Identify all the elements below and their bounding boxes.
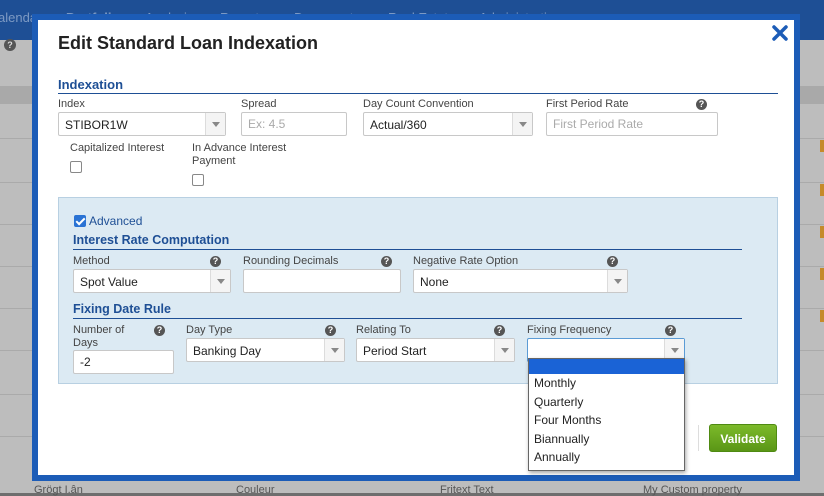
chevron-down-icon [205, 113, 225, 135]
indexation-section-title: Indexation [58, 77, 124, 92]
number-of-days-label-line2: Days [73, 337, 99, 349]
negative-rate-value: None [420, 275, 449, 289]
rounding-decimals-input[interactable] [243, 269, 401, 293]
in-advance-checkbox[interactable] [192, 174, 204, 186]
section-divider [73, 249, 742, 250]
chevron-down-icon [324, 339, 344, 361]
background-footer-text: Couleur [236, 484, 275, 496]
dropdown-option-four-months[interactable]: Four Months [529, 411, 684, 430]
rounding-decimals-label: Rounding Decimals [243, 255, 339, 267]
help-icon[interactable]: ? [607, 256, 618, 267]
status-accent [820, 268, 824, 280]
capitalized-interest-label: Capitalized Interest [70, 142, 165, 154]
dropdown-option-monthly[interactable]: Monthly [529, 374, 684, 393]
number-of-days-label-line1: Number of [73, 324, 125, 336]
dropdown-option-annually[interactable]: Annually [529, 448, 684, 467]
help-icon[interactable]: ? [210, 256, 221, 267]
status-accent [820, 226, 824, 238]
background-footer-text: My Custom property [643, 484, 743, 496]
negative-rate-select[interactable]: None [413, 269, 628, 293]
day-type-value: Banking Day [193, 344, 262, 358]
section-divider [73, 318, 742, 319]
help-icon[interactable]: ? [4, 39, 16, 51]
relating-to-select[interactable]: Period Start [356, 338, 515, 362]
day-type-select[interactable]: Banking Day [186, 338, 345, 362]
method-select[interactable]: Spot Value [73, 269, 231, 293]
help-icon[interactable]: ? [154, 325, 165, 336]
help-icon[interactable]: ? [381, 256, 392, 267]
close-x-icon[interactable] [770, 23, 790, 43]
number-of-days-input[interactable] [73, 350, 174, 374]
first-period-rate-input[interactable] [546, 112, 718, 136]
section-divider [58, 93, 778, 94]
dropdown-option-quarterly[interactable]: Quarterly [529, 393, 684, 412]
relating-to-value: Period Start [363, 344, 427, 358]
chevron-down-icon [494, 339, 514, 361]
background-footer-text: Grögt I.ân [34, 484, 83, 496]
day-count-label: Day Count Convention [363, 98, 474, 110]
help-icon[interactable]: ? [494, 325, 505, 336]
chevron-down-icon [607, 270, 627, 292]
advanced-label[interactable]: Advanced [89, 215, 142, 228]
first-period-rate-label: First Period Rate [546, 98, 629, 110]
dialog-title: Edit Standard Loan Indexation [58, 33, 319, 53]
fixing-frequency-label: Fixing Frequency [527, 324, 612, 336]
advanced-checkbox[interactable] [74, 215, 86, 227]
validate-button[interactable]: Validate [709, 424, 777, 452]
chevron-down-icon [512, 113, 532, 135]
help-icon[interactable]: ? [665, 325, 676, 336]
edit-loan-indexation-dialog: Edit Standard Loan Indexation Indexation… [32, 14, 800, 481]
dropdown-option-biannually[interactable]: Biannually [529, 430, 684, 449]
interest-rate-section-title: Interest Rate Computation [73, 233, 230, 247]
status-accent [820, 140, 824, 152]
index-label: Index [58, 98, 85, 110]
chevron-down-icon [210, 270, 230, 292]
spread-label: Spread [241, 98, 277, 110]
dropdown-option-blank[interactable] [529, 359, 684, 374]
fixing-frequency-dropdown: Monthly Quarterly Four Months Biannually… [528, 358, 685, 471]
capitalized-interest-checkbox[interactable] [70, 161, 82, 173]
day-count-select[interactable]: Actual/360 [363, 112, 533, 136]
index-select[interactable]: STIBOR1W [58, 112, 226, 136]
status-accent [820, 184, 824, 196]
index-value: STIBOR1W [65, 118, 128, 132]
status-accent [820, 310, 824, 322]
footer-divider [698, 425, 699, 451]
help-icon[interactable]: ? [696, 99, 707, 110]
method-label: Method [73, 255, 110, 267]
in-advance-label-line2: Payment [192, 155, 236, 167]
day-type-label: Day Type [186, 324, 233, 336]
in-advance-label-line1: In Advance Interest [192, 142, 287, 154]
spread-input[interactable] [241, 112, 347, 136]
day-count-value: Actual/360 [370, 118, 427, 132]
method-value: Spot Value [80, 275, 138, 289]
background-footer-text: Fritext Text [440, 484, 494, 496]
help-icon[interactable]: ? [325, 325, 336, 336]
relating-to-label: Relating To [356, 324, 411, 336]
fixing-date-section-title: Fixing Date Rule [73, 302, 171, 316]
negative-rate-label: Negative Rate Option [413, 255, 519, 267]
